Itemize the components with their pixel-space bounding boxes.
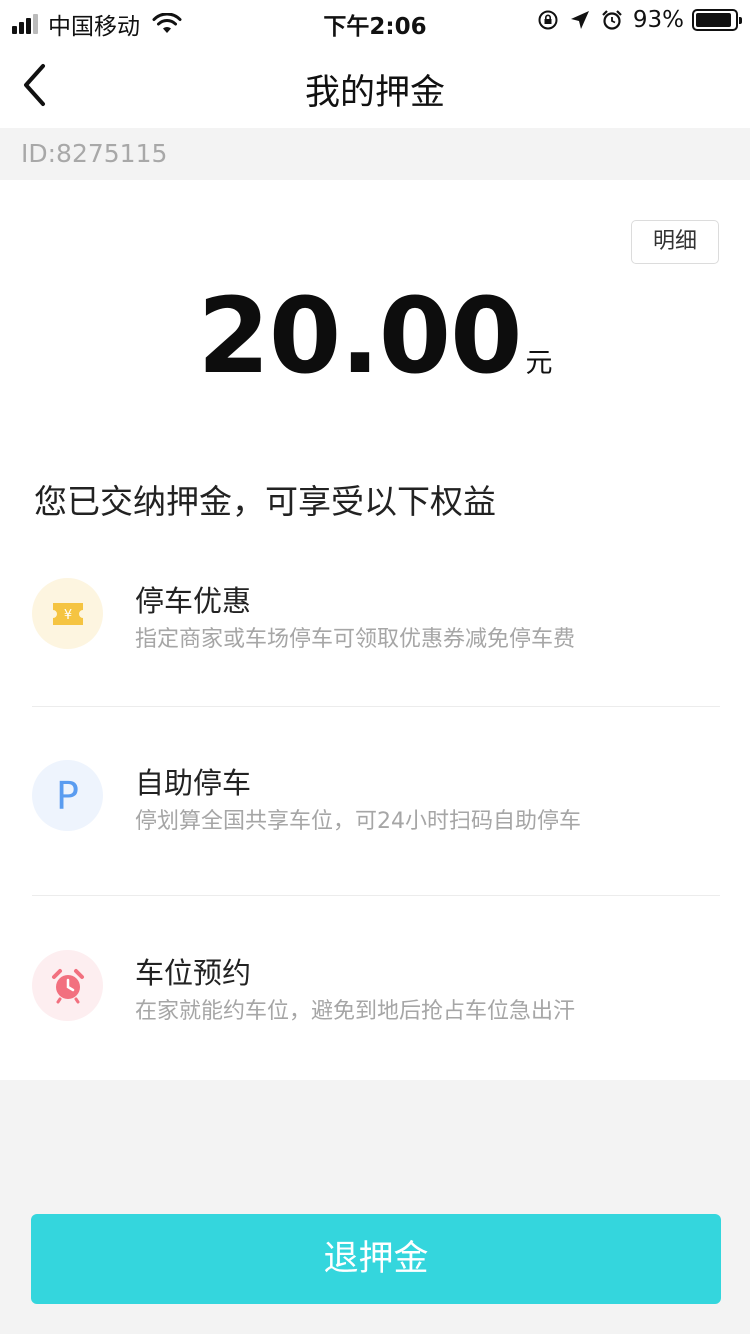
- benefit-title: 停车优惠: [135, 584, 252, 618]
- rotation-lock-icon: [538, 10, 558, 30]
- coupon-icon: ¥: [32, 578, 103, 649]
- deposit-card: 明细 20.00 元 您已交纳押金，可享受以下权益 ¥ 停车优惠 指定商家或车场停…: [0, 180, 750, 1080]
- parking-icon: P: [32, 760, 103, 831]
- battery-percent: 93%: [632, 7, 684, 33]
- deposit-amount: 20.00: [197, 275, 523, 397]
- status-bar: 中国移动 下午2:06 93%: [0, 0, 750, 42]
- battery-icon: [692, 9, 742, 31]
- benefit-item-self-parking: P 自助停车 停划算全国共享车位，可24小时扫码自助停车: [0, 750, 750, 870]
- benefit-item-spot-reservation: 车位预约 在家就能约车位，避免到地后抢占车位急出汗: [0, 940, 750, 1060]
- benefit-title: 车位预约: [135, 956, 252, 990]
- status-right: 93%: [537, 7, 742, 33]
- svg-text:¥: ¥: [63, 608, 71, 623]
- benefit-desc: 停划算全国共享车位，可24小时扫码自助停车: [135, 809, 581, 834]
- alarm-clock-icon: [32, 950, 103, 1021]
- page-title: 我的押金: [304, 73, 445, 113]
- benefit-desc: 指定商家或车场停车可领取优惠券减免停车费: [135, 627, 576, 652]
- detail-button[interactable]: 明细: [631, 220, 719, 264]
- benefit-title: 自助停车: [135, 766, 252, 800]
- location-arrow-icon: [570, 11, 589, 29]
- currency-unit: 元: [525, 348, 553, 379]
- refund-deposit-button[interactable]: 退押金: [31, 1214, 721, 1304]
- battery-level: [696, 13, 732, 27]
- deposit-amount-row: 20.00 元: [0, 275, 750, 397]
- benefit-desc: 在家就能约车位，避免到地后抢占车位急出汗: [135, 999, 576, 1024]
- user-id: ID:8275115: [0, 128, 750, 180]
- benefit-item-parking-discount: ¥ 停车优惠 指定商家或车场停车可领取优惠券减免停车费: [0, 568, 750, 688]
- benefits-heading: 您已交纳押金，可享受以下权益: [34, 482, 496, 521]
- alarm-icon: [602, 10, 622, 30]
- divider: [32, 895, 720, 896]
- navigation-bar: 我的押金: [0, 42, 750, 128]
- divider: [32, 706, 720, 707]
